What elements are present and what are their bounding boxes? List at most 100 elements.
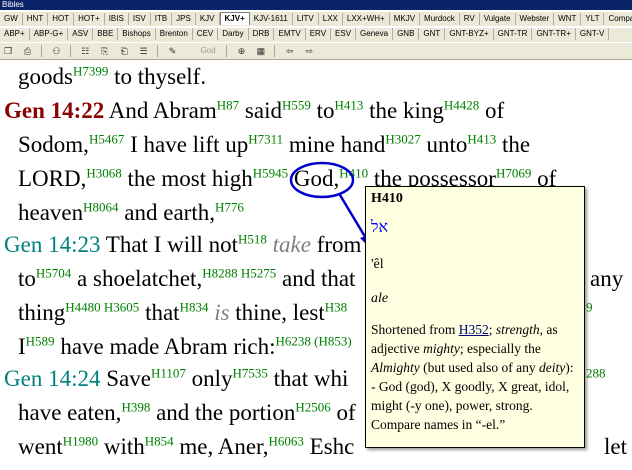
strongs-number[interactable]: H38 [325, 299, 347, 314]
tab-cev[interactable]: CEV [193, 28, 219, 40]
word: That I will not [100, 232, 239, 257]
verse-reference[interactable]: Gen 14:24 [4, 366, 100, 391]
tab-compare[interactable]: Compare [604, 13, 632, 25]
tab-mkjv[interactable]: MKJV [390, 13, 421, 25]
tab-bishops[interactable]: Bishops [118, 28, 156, 40]
word-god[interactable]: God, [288, 166, 339, 191]
tab-ylt[interactable]: YLT [581, 13, 605, 25]
tab-hot-[interactable]: HOT+ [74, 13, 105, 25]
tab-gnt-tr-[interactable]: GNT-TR+ [532, 28, 576, 40]
strongs-number[interactable]: H413 [335, 97, 364, 112]
word: LORD, [18, 166, 87, 191]
tab-geneva[interactable]: Geneva [356, 28, 394, 40]
strongs-number[interactable]: H410 [339, 165, 368, 180]
strongs-number[interactable]: H6238 (H853) [276, 333, 352, 348]
strongs-number[interactable]: H5467 [89, 131, 124, 146]
strongs-number[interactable]: H6063 [269, 433, 304, 448]
tab-darby[interactable]: Darby [218, 28, 249, 40]
word-dropdown[interactable]: God [198, 45, 217, 57]
document-icon[interactable]: ☷ [79, 45, 91, 57]
strongs-number[interactable]: H559 [282, 97, 311, 112]
strongs-number[interactable]: H87 [217, 97, 239, 112]
strongs-link[interactable]: H352 [459, 322, 489, 337]
word: me, Aner, [173, 434, 269, 459]
binoculars-icon[interactable]: ⚇ [50, 45, 62, 57]
tab-bbe[interactable]: BBE [93, 28, 119, 40]
strongs-number[interactable]: H854 [145, 433, 174, 448]
strongs-number[interactable]: H7535 [232, 365, 267, 380]
tab-murdock[interactable]: Murdock [420, 13, 460, 25]
strongs-number[interactable]: H4480 H3605 [65, 299, 139, 314]
tab-kjv-[interactable]: KJV+ [219, 12, 250, 25]
tab-vulgate[interactable]: Vulgate [480, 13, 516, 25]
tab-gnt-v[interactable]: GNT-V [576, 28, 610, 40]
strongs-number[interactable]: H1980 [63, 433, 98, 448]
strongs-number[interactable]: 288 [586, 365, 606, 380]
tab-emtv[interactable]: EMTV [274, 28, 306, 40]
tab-gnt-byz-[interactable]: GNT-BYZ+ [445, 28, 494, 40]
strongs-number[interactable]: H776 [215, 199, 244, 214]
strongs-number[interactable]: H398 [121, 399, 150, 414]
verse-reference[interactable]: Gen 14:22 [4, 98, 104, 123]
tab-itb[interactable]: ITB [151, 13, 173, 25]
back-arrow-icon[interactable]: ⇦ [284, 45, 296, 57]
strongs-number[interactable]: 9 [586, 299, 593, 314]
tab-gnb[interactable]: GNB [393, 28, 420, 40]
tab-gnt[interactable]: GNT [419, 28, 446, 40]
strongs-number[interactable]: H4428 [444, 97, 479, 112]
tab-abp-[interactable]: ABP+ [0, 28, 30, 40]
highlight-icon[interactable]: ✎ [167, 45, 179, 57]
strongs-number[interactable]: H834 [180, 299, 209, 314]
zoom-in-icon[interactable]: ⊕ [235, 45, 247, 57]
tab-gw[interactable]: GW [0, 13, 23, 25]
word: unto [420, 132, 468, 157]
strongs-number[interactable]: H3068 [86, 165, 121, 180]
tab-brenton[interactable]: Brenton [156, 28, 193, 40]
tab-lxx-wh-[interactable]: LXX+WH+ [343, 13, 390, 25]
strongs-number[interactable]: H413 [467, 131, 496, 146]
highlight-dropdown[interactable] [186, 45, 190, 57]
strongs-number[interactable]: H1107 [151, 365, 186, 380]
tab-isv[interactable]: ISV [129, 13, 151, 25]
strongs-number[interactable]: H5704 [36, 265, 71, 280]
tab-kjv[interactable]: KJV [196, 13, 220, 25]
strongs-number[interactable]: H7311 [248, 131, 283, 146]
tab-drb[interactable]: DRB [249, 28, 275, 40]
copy-verse-icon[interactable]: ⎘ [99, 45, 111, 57]
verse-line: IH589 have made Abram rich:H6238 (H853) [18, 334, 352, 360]
strongs-number[interactable]: H518 [238, 231, 267, 246]
strongs-number[interactable]: H7069 [496, 165, 531, 180]
strongs-number[interactable]: H8288 H5275 [202, 265, 276, 280]
strongs-number[interactable]: H589 [26, 333, 55, 348]
tab-jps[interactable]: JPS [172, 13, 196, 25]
tab-lxx[interactable]: LXX [319, 13, 343, 25]
strongs-popup: H410 אל 'êl ale Shortened from H352; str… [365, 186, 585, 448]
strongs-number[interactable]: H2506 [295, 399, 330, 414]
tab-ibis[interactable]: IBIS [105, 13, 129, 25]
copy-list-icon[interactable]: ☰ [138, 45, 150, 57]
verse-reference[interactable]: Gen 14:23 [4, 232, 100, 257]
print-icon[interactable]: ⎙ [21, 45, 33, 57]
tab-gnt-tr[interactable]: GNT-TR [494, 28, 533, 40]
tab-erv[interactable]: ERV [306, 28, 332, 40]
strongs-number[interactable]: H3027 [385, 131, 420, 146]
strongs-number[interactable]: H5945 [253, 165, 288, 180]
tab-wnt[interactable]: WNT [554, 13, 582, 25]
layout-icon[interactable]: ▦ [255, 45, 267, 57]
tab-abp-g-[interactable]: ABP-G+ [30, 28, 69, 40]
tab-hnt[interactable]: HNT [23, 13, 49, 25]
tab-esv[interactable]: ESV [331, 28, 357, 40]
forward-arrow-icon[interactable]: ⇨ [303, 45, 315, 57]
tab-hot[interactable]: HOT [48, 13, 75, 25]
verse-line-tail: 9 [586, 300, 593, 326]
strongs-number[interactable]: H8064 [83, 199, 118, 214]
tab-webster[interactable]: Webster [516, 13, 555, 25]
popup-hebrew-word: אל [371, 219, 389, 236]
copy-passage-icon[interactable]: ⎗ [118, 45, 130, 57]
tab-kjv-1611[interactable]: KJV-1611 [250, 13, 293, 25]
tab-rv[interactable]: RV [460, 13, 480, 25]
tab-litv[interactable]: LITV [293, 13, 319, 25]
tab-asv[interactable]: ASV [68, 28, 94, 40]
copy-icon[interactable]: ❐ [2, 45, 14, 57]
strongs-number[interactable]: H7399 [73, 63, 108, 78]
